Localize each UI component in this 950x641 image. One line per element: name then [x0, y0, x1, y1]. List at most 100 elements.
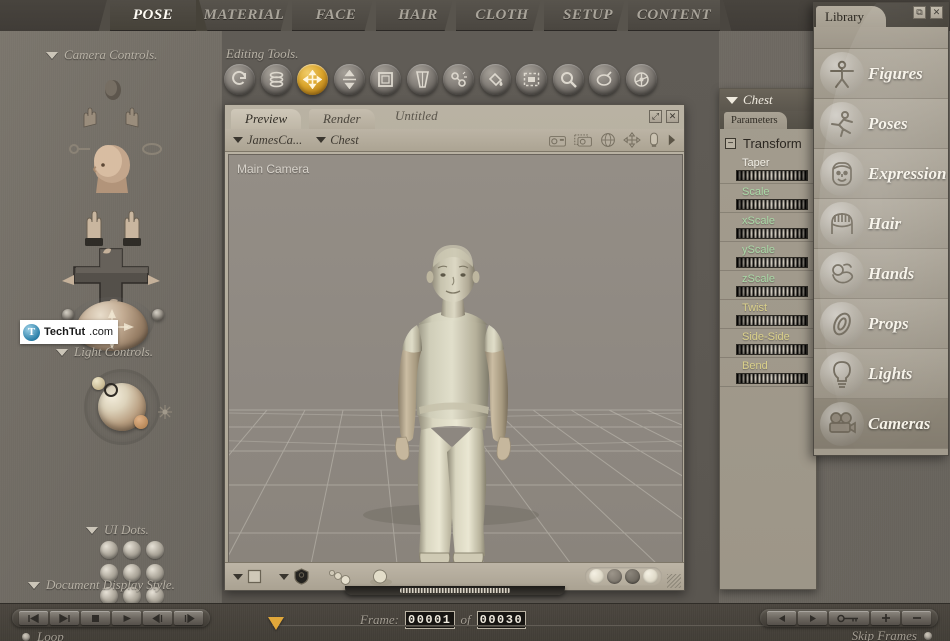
- view-magnifier-tool-button[interactable]: [552, 64, 584, 95]
- library-item-cameras[interactable]: Cameras: [814, 399, 948, 449]
- tab-parameters[interactable]: Parameters: [724, 112, 787, 129]
- flyout-arrow-icon[interactable]: [667, 133, 676, 147]
- move-cross-icon[interactable]: [623, 132, 641, 148]
- go-to-start-button[interactable]: [19, 611, 48, 625]
- left-hand-camera-icon[interactable]: [80, 107, 100, 129]
- tracking-balls-icon[interactable]: [327, 568, 353, 586]
- texture-shaded-style-button[interactable]: [625, 569, 640, 584]
- camera-controls-widget[interactable]: [0, 69, 222, 351]
- collapse-transform-icon[interactable]: −: [725, 138, 736, 149]
- tab-preview[interactable]: Preview: [231, 109, 302, 129]
- add-light-icon[interactable]: [156, 403, 174, 421]
- tab-library[interactable]: Library: [816, 6, 886, 27]
- globe-icon[interactable]: [600, 132, 616, 148]
- parameter-dial-xscale[interactable]: [736, 228, 808, 239]
- hand-right-camera-icon[interactable]: [122, 211, 144, 247]
- light-handle-selected[interactable]: [104, 383, 118, 397]
- edit-keyframes-button[interactable]: [829, 611, 869, 625]
- prev-keyframe-button[interactable]: [767, 611, 796, 625]
- translate-in-out-tool-button[interactable]: [333, 64, 365, 95]
- light-handle-3[interactable]: [134, 415, 148, 429]
- step-forward-button[interactable]: [174, 611, 203, 625]
- parameter-dial-yscale[interactable]: [736, 257, 808, 268]
- ui-dot[interactable]: [123, 541, 141, 559]
- document-display-style-section-header[interactable]: Document Display Style.: [28, 577, 175, 593]
- play-button[interactable]: [112, 611, 141, 625]
- parameter-dial-scale[interactable]: [736, 199, 808, 210]
- skip-frames-radio-icon[interactable]: [924, 632, 932, 640]
- twist-tool-button[interactable]: [260, 64, 292, 95]
- ui-dot[interactable]: [146, 541, 164, 559]
- chain-break-tool-button[interactable]: [443, 64, 474, 95]
- next-keyframe-button[interactable]: [798, 611, 827, 625]
- library-item-props[interactable]: Props: [814, 299, 948, 349]
- tab-render[interactable]: Render: [309, 109, 375, 129]
- color-fill-tool-button[interactable]: [479, 64, 511, 95]
- scale-tool-button[interactable]: [370, 64, 401, 95]
- translate-pull-tool-button[interactable]: [297, 64, 328, 95]
- actor-selector-dropdown[interactable]: Chest: [316, 133, 359, 148]
- library-item-figures[interactable]: Figures: [814, 49, 948, 99]
- camera-icon[interactable]: [548, 132, 567, 149]
- light-controls-widget[interactable]: [0, 363, 222, 453]
- parameter-dial-row: Twist: [720, 300, 816, 329]
- room-tab-content[interactable]: CONTENT: [614, 0, 734, 31]
- figure-style-dropdown[interactable]: [279, 568, 310, 585]
- loop-radio-icon[interactable]: [22, 633, 30, 641]
- camera-controls-section-header[interactable]: Camera Controls.: [46, 47, 157, 63]
- step-back-button[interactable]: [143, 611, 172, 625]
- chevron-down-icon: [316, 137, 327, 143]
- light-handle-1[interactable]: [92, 377, 105, 390]
- morph-putty-tool-button[interactable]: [589, 64, 620, 95]
- document-scrubber-grip[interactable]: [400, 588, 510, 593]
- parameters-panel-header[interactable]: Chest: [720, 89, 816, 111]
- library-item-poses[interactable]: Poses: [814, 99, 948, 149]
- direct-manipulation-tool-button[interactable]: [625, 64, 657, 95]
- shadow-sphere-icon[interactable]: [368, 567, 394, 587]
- parameter-dial-zscale[interactable]: [736, 286, 808, 297]
- library-item-hair[interactable]: Hair: [814, 199, 948, 249]
- light-controls-section-header[interactable]: Light Controls.: [56, 344, 153, 360]
- document-style-dropdown[interactable]: [233, 569, 264, 584]
- maximize-button[interactable]: ⤢: [649, 110, 662, 123]
- rotate-tool-button[interactable]: [224, 64, 255, 95]
- head-camera-icon[interactable]: [88, 141, 136, 197]
- smooth-shaded-style-button[interactable]: [589, 569, 604, 584]
- add-keyframe-button[interactable]: [871, 611, 900, 625]
- parameter-dial-taper[interactable]: [736, 170, 808, 181]
- trackball-handle-right[interactable]: [152, 309, 164, 321]
- ui-dots-section-header[interactable]: UI Dots.: [86, 522, 149, 538]
- camera-key-right-icon[interactable]: [140, 141, 164, 157]
- parameter-dial-side-side[interactable]: [736, 344, 808, 355]
- library-close-button[interactable]: ✕: [930, 6, 943, 19]
- camera-dashed-icon[interactable]: [574, 132, 593, 149]
- close-button[interactable]: ✕: [666, 110, 679, 123]
- delete-keyframe-button[interactable]: [902, 611, 931, 625]
- skip-frames-toggle[interactable]: Skip Frames: [852, 628, 932, 641]
- flat-shaded-style-button[interactable]: [607, 569, 622, 584]
- library-item-expression[interactable]: Expression: [814, 149, 948, 199]
- parameter-dial-bend[interactable]: [736, 373, 808, 384]
- library-item-lights[interactable]: Lights: [814, 349, 948, 399]
- chevron-down-icon: [46, 51, 58, 59]
- preview-viewport[interactable]: Main Camera: [228, 154, 683, 563]
- room-tab-pose[interactable]: POSE: [96, 0, 210, 31]
- timeline-playhead[interactable]: [268, 617, 284, 630]
- library-item-hands[interactable]: Hands: [814, 249, 948, 299]
- stop-button[interactable]: [81, 611, 110, 625]
- hand-left-camera-icon[interactable]: [82, 211, 104, 247]
- cartoon-style-button[interactable]: [643, 569, 658, 584]
- loop-toggle[interactable]: Loop: [22, 629, 64, 641]
- ui-dot[interactable]: [100, 541, 118, 559]
- transform-group-header[interactable]: − Transform: [720, 129, 816, 155]
- grouping-tool-button[interactable]: [516, 64, 547, 95]
- parameter-dial-twist[interactable]: [736, 315, 808, 326]
- taper-tool-button[interactable]: [406, 64, 438, 95]
- figure-selector-dropdown[interactable]: JamesCa...: [233, 133, 302, 148]
- face-camera-icon[interactable]: [100, 77, 126, 103]
- light-icon[interactable]: [648, 131, 660, 149]
- go-to-end-button[interactable]: [50, 611, 79, 625]
- right-hand-camera-icon[interactable]: [122, 107, 142, 129]
- resize-grip[interactable]: [667, 574, 681, 588]
- library-maximize-button[interactable]: ⧉: [913, 6, 926, 19]
